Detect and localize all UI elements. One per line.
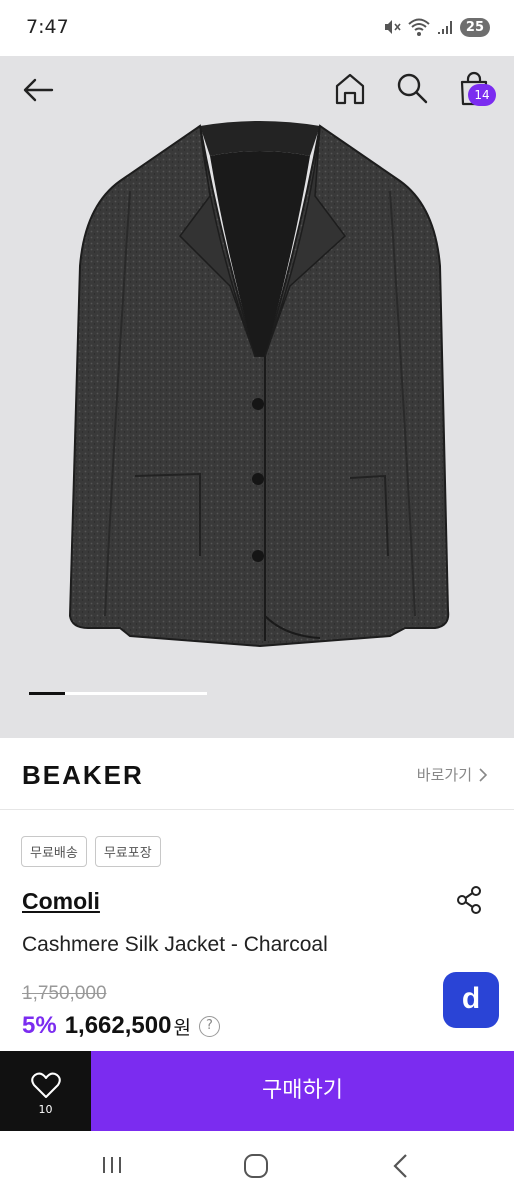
status-bar: 7:47 25 xyxy=(0,0,514,56)
mute-icon xyxy=(384,20,401,34)
system-navigation-bar xyxy=(0,1131,514,1200)
back-chevron-icon[interactable] xyxy=(390,1153,410,1179)
tag-free-shipping: 무료배송 xyxy=(21,836,87,867)
currency-unit: 원 xyxy=(173,1016,191,1039)
bottom-action-bar: 10 구매하기 xyxy=(0,1051,514,1131)
product-name: Cashmere Silk Jacket - Charcoal xyxy=(22,933,328,956)
brand-row: BEAKER 바로가기 xyxy=(0,738,514,810)
buy-button[interactable]: 구매하기 xyxy=(91,1051,514,1131)
designer-name[interactable]: Comoli xyxy=(22,888,100,915)
signal-icon xyxy=(437,21,452,34)
brand-link-label: 바로가기 xyxy=(416,766,472,784)
battery-indicator: 25 xyxy=(459,17,490,37)
search-icon[interactable] xyxy=(395,71,429,105)
home-circle-icon[interactable] xyxy=(243,1153,269,1179)
discount-rate: 5% xyxy=(22,1012,57,1039)
heart-icon xyxy=(31,1072,61,1098)
gallery-pager-fill xyxy=(29,692,65,695)
chevron-right-icon xyxy=(479,767,488,782)
product-image xyxy=(68,121,450,648)
original-price: 1,750,000 xyxy=(22,983,107,1004)
brand-logo: BEAKER xyxy=(22,760,144,790)
status-icons: 25 xyxy=(382,17,490,37)
share-icon[interactable] xyxy=(455,885,485,915)
brand-shortcut-link[interactable]: 바로가기 xyxy=(417,764,488,785)
status-time: 7:47 xyxy=(26,16,69,38)
back-arrow-icon[interactable] xyxy=(20,74,58,106)
cart-count-badge: 14 xyxy=(468,84,496,106)
help-icon[interactable]: ? xyxy=(198,1015,220,1037)
gallery-pager xyxy=(29,692,207,695)
home-icon[interactable] xyxy=(333,71,367,107)
floating-d-button[interactable]: d xyxy=(443,972,499,1028)
service-tags: 무료배송 무료포장 xyxy=(21,836,161,867)
like-count: 10 xyxy=(38,1103,53,1116)
tag-free-wrapping: 무료포장 xyxy=(94,836,161,867)
wifi-icon xyxy=(408,18,430,36)
floating-d-label: d xyxy=(461,982,481,1015)
like-button[interactable]: 10 xyxy=(0,1051,91,1131)
final-price: 1,662,500 xyxy=(64,1012,172,1039)
product-gallery[interactable] xyxy=(0,56,514,738)
recents-icon[interactable] xyxy=(100,1155,124,1175)
price-row: 5% 1,662,500 원 ? xyxy=(22,1012,220,1040)
